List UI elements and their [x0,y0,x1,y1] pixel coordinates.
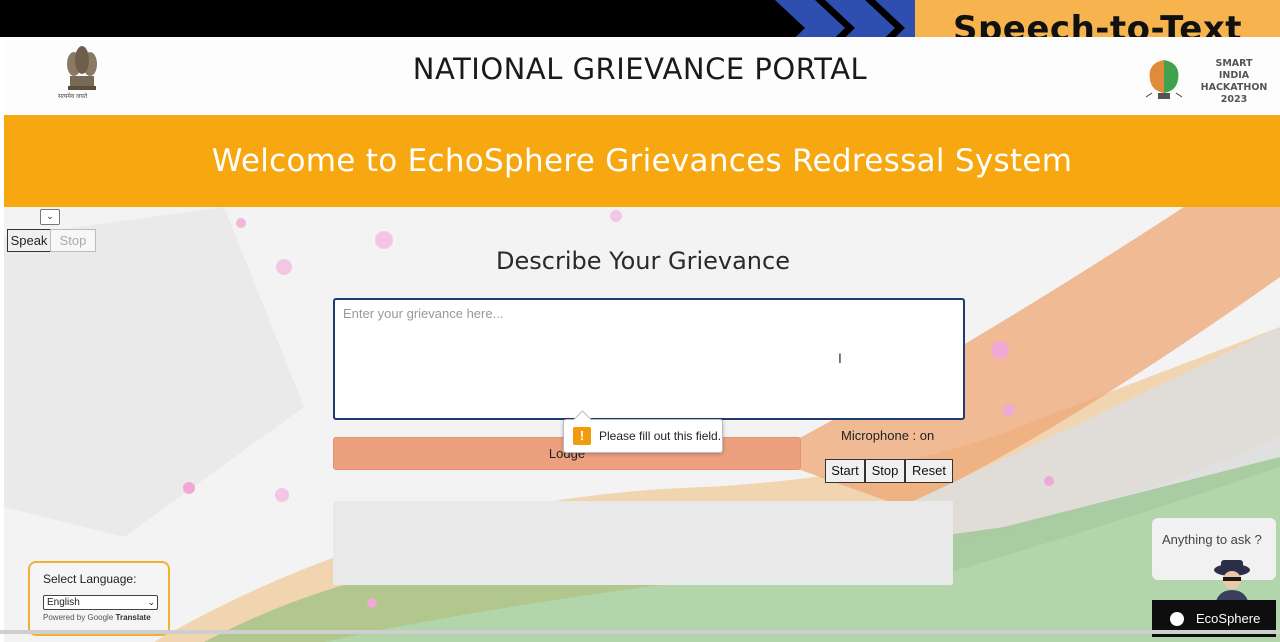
sih-line-1: SMART INDIA [1215,58,1253,81]
start-button[interactable]: Start [825,459,865,483]
select-language-label: Select Language: [43,572,137,586]
portal-title: NATIONAL GRIEVANCE PORTAL [412,52,868,86]
ecosphere-logo-icon [1170,611,1184,626]
welcome-band: Welcome to EchoSphere Grievances Redress… [4,115,1280,207]
text-cursor-icon: I [838,350,842,366]
powered-by-google: Powered by Google Translate [43,613,151,622]
microphone-status: Microphone : on [841,428,935,443]
sih-line-2: HACKATHON [1200,82,1268,93]
reset-button[interactable]: Reset [905,459,953,483]
bottom-scrollbar [0,630,1280,634]
google-logo: Google [87,613,114,622]
transcript-output-box [333,501,953,585]
powered-by-prefix: Powered by [43,613,86,622]
ecosphere-label: EcoSphere [1196,611,1261,626]
warning-icon: ! [573,427,591,445]
describe-grievance-heading: Describe Your Grievance [496,247,790,275]
chevron-down-icon: ⌄ [147,597,155,607]
language-widget: Select Language: English ⌄ Powered by Go… [28,561,170,636]
welcome-text: Welcome to EchoSphere Grievances Redress… [211,143,1073,179]
sih-line-3: 2023 [1220,94,1248,105]
speech-language-select[interactable]: ⌄ [40,209,60,225]
translate-label: Translate [115,613,151,622]
stop-button[interactable]: Stop [865,459,905,483]
validation-message: Please fill out this field. [599,429,722,443]
sih-logo-text: SMART INDIA HACKATHON 2023 [1200,58,1268,106]
grievance-textarea[interactable] [333,298,965,420]
validation-tooltip: ! Please fill out this field. [563,410,723,453]
language-selected: English [47,597,80,608]
language-dropdown[interactable]: English ⌄ [43,595,158,610]
emblem-motto: सत्यमेव जयते [58,94,88,100]
